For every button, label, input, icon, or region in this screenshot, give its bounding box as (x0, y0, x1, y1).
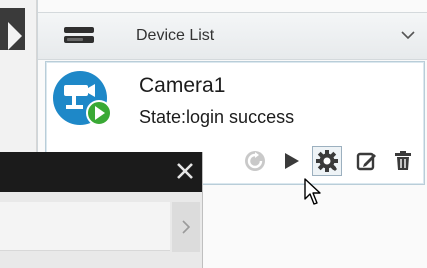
play-badge-icon (86, 100, 112, 126)
device-name: Camera1 (139, 74, 226, 97)
mouse-cursor-icon (304, 178, 321, 205)
overlay-body (0, 192, 202, 268)
refresh-button[interactable] (240, 146, 270, 176)
sidebar-toggle[interactable] (0, 8, 25, 50)
device-list-title: Device List (136, 27, 215, 44)
chevron-down-icon[interactable] (401, 30, 415, 40)
delete-button[interactable] (388, 146, 418, 176)
overlay-window (0, 152, 203, 268)
device-state: State:login success (139, 107, 295, 127)
refresh-icon (245, 151, 265, 171)
play-button[interactable] (276, 146, 306, 176)
play-icon (285, 153, 299, 169)
close-icon[interactable] (174, 160, 196, 182)
overlay-content-row[interactable] (0, 202, 170, 251)
delete-icon (395, 151, 411, 170)
overlay-title-bar[interactable] (0, 152, 202, 192)
camera-device-icon (53, 71, 112, 126)
scroll-right-button[interactable] (172, 202, 200, 252)
device-list-header[interactable]: Device List (38, 12, 427, 60)
expand-arrow-icon[interactable] (8, 22, 22, 50)
device-list-icon (64, 27, 94, 43)
settings-button[interactable] (312, 146, 342, 176)
edit-button[interactable] (352, 146, 382, 176)
edit-icon (356, 152, 376, 171)
chevron-right-icon (182, 220, 191, 234)
device-action-bar (216, 146, 422, 178)
settings-icon (316, 150, 338, 172)
